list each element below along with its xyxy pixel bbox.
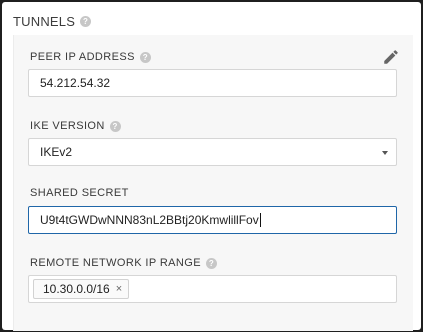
ip-range-tag: 10.30.0.0/16 ×: [33, 279, 130, 299]
shared-secret-label: SHARED SECRET: [30, 187, 129, 199]
chevron-down-icon: [382, 151, 388, 155]
peer-ip-input[interactable]: 54.212.54.32: [28, 69, 397, 97]
ike-version-label: IKE VERSION ?: [30, 120, 121, 132]
pencil-icon[interactable]: [382, 48, 400, 66]
help-icon[interactable]: ?: [139, 51, 151, 63]
remote-network-input[interactable]: 10.30.0.0/16 ×: [28, 275, 397, 303]
help-icon[interactable]: ?: [205, 257, 217, 269]
tunnel-card: PEER IP ADDRESS ? 54.212.54.32 IKE VERSI…: [13, 35, 413, 331]
ike-version-select[interactable]: IKEv2: [28, 138, 397, 166]
peer-ip-label: PEER IP ADDRESS ?: [30, 51, 151, 63]
help-icon[interactable]: ?: [109, 120, 121, 132]
text-cursor: [259, 213, 261, 227]
close-icon[interactable]: ×: [116, 283, 122, 295]
remote-network-label: REMOTE NETWORK IP RANGE ?: [30, 257, 217, 269]
shared-secret-input[interactable]: U9t4tGWDwNNN83nL2BBtj20KmwlillFov: [28, 206, 397, 234]
tunnels-panel: TUNNELS ? PEER IP ADDRESS ? 54.212.54.32…: [2, 2, 421, 331]
section-header: TUNNELS ?: [13, 14, 92, 29]
section-title: TUNNELS: [13, 14, 76, 29]
help-icon[interactable]: ?: [80, 16, 92, 27]
